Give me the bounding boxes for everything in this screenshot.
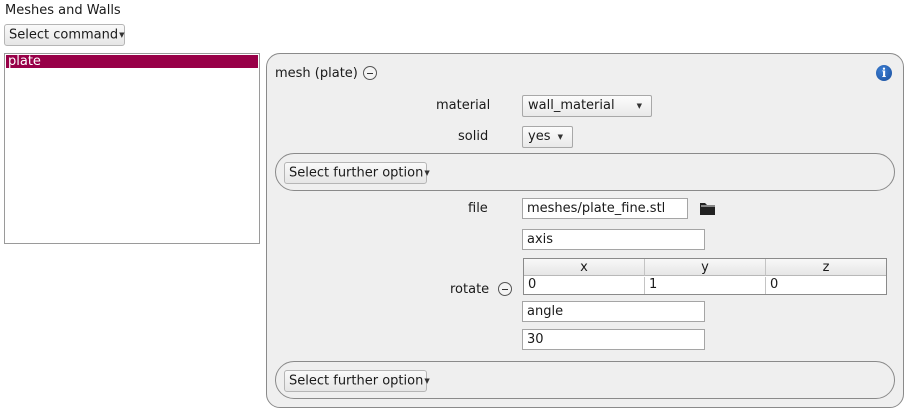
caret-down-icon: ▼: [119, 31, 125, 39]
angle-field[interactable]: angle: [522, 301, 705, 322]
further-option-group: Select further option▼: [275, 153, 895, 191]
further-option-group-2: Select further option▼: [275, 361, 895, 399]
column-header-z: z: [766, 259, 886, 276]
folder-icon[interactable]: [700, 202, 716, 215]
remove-rotate-icon[interactable]: [498, 282, 512, 296]
axis-table: x y z 0 1 0: [523, 258, 887, 295]
file-input[interactable]: meshes/plate_fine.stl: [522, 198, 688, 219]
axis-field[interactable]: axis: [522, 229, 705, 250]
mesh-panel: mesh (plate) i material wall_material ▼ s…: [266, 53, 904, 408]
axis-cell-z[interactable]: 0: [766, 277, 886, 294]
solid-combo[interactable]: yes ▼: [522, 126, 573, 148]
solid-label: solid: [458, 129, 489, 144]
further-option-label: Select further option: [289, 165, 424, 181]
panel-title: mesh (plate): [275, 66, 358, 81]
axis-cell-y[interactable]: 1: [645, 277, 766, 294]
caret-down-icon: ▼: [424, 169, 430, 177]
remove-mesh-icon[interactable]: [363, 66, 377, 80]
axis-cell-x[interactable]: 0: [524, 277, 645, 294]
material-combo[interactable]: wall_material ▼: [522, 95, 652, 117]
select-further-option-button-2[interactable]: Select further option▼: [284, 370, 430, 392]
material-label: material: [436, 98, 491, 113]
mesh-list[interactable]: plate: [4, 53, 260, 244]
select-further-option-button[interactable]: Select further option▼: [284, 162, 430, 184]
info-icon[interactable]: i: [876, 65, 892, 81]
select-command-label: Select command: [9, 27, 119, 43]
list-item[interactable]: plate: [6, 55, 258, 68]
further-option-label: Select further option: [289, 373, 424, 389]
angle-value-input[interactable]: 30: [522, 329, 705, 350]
material-value: wall_material: [528, 98, 615, 113]
rotate-label: rotate: [450, 282, 490, 297]
select-command-button[interactable]: Select command▼: [4, 24, 125, 46]
caret-down-icon: ▼: [557, 133, 563, 141]
solid-value: yes: [528, 129, 551, 144]
column-header-x: x: [524, 259, 645, 276]
column-header-y: y: [645, 259, 766, 276]
window-title: Meshes and Walls: [5, 3, 121, 18]
file-label: file: [468, 201, 488, 216]
caret-down-icon: ▼: [636, 102, 642, 110]
caret-down-icon: ▼: [424, 377, 430, 385]
